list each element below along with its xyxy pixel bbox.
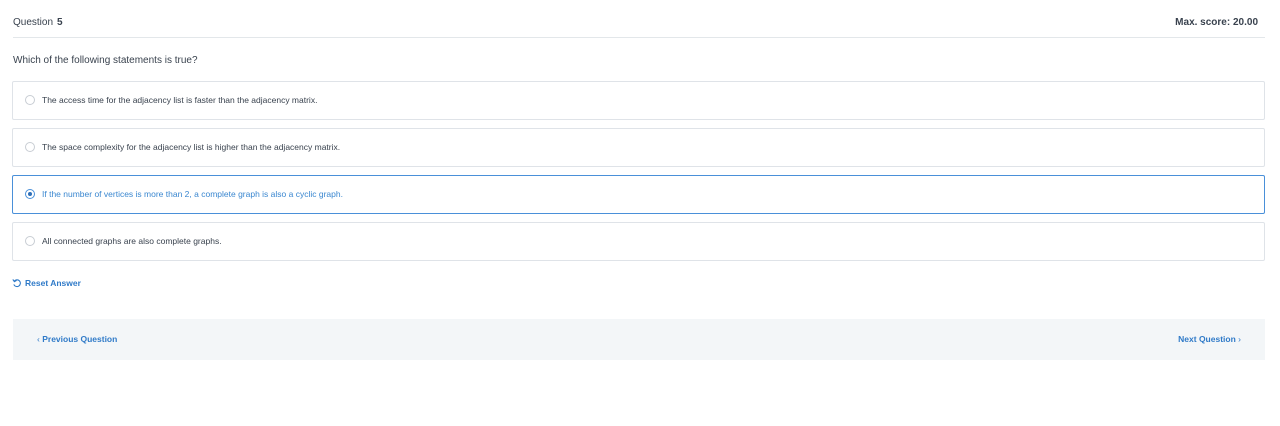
answer-option-selected[interactable]: If the number of vertices is more than 2…	[12, 175, 1265, 214]
answer-option-label: If the number of vertices is more than 2…	[42, 189, 343, 199]
answer-option-label: The access time for the adjacency list i…	[42, 95, 318, 105]
question-text: Which of the following statements is tru…	[13, 55, 198, 66]
question-number-value: 5	[57, 17, 63, 28]
radio-button[interactable]	[25, 95, 35, 105]
question-number: Question 5	[13, 17, 63, 28]
answer-option-label: The space complexity for the adjacency l…	[42, 142, 341, 152]
answer-option[interactable]: All connected graphs are also complete g…	[12, 222, 1265, 261]
answer-option[interactable]: The space complexity for the adjacency l…	[12, 128, 1265, 167]
previous-question-label: Previous Question	[42, 334, 118, 344]
radio-button-checked[interactable]	[25, 189, 35, 199]
next-question-button[interactable]: Next Question ›	[1178, 334, 1241, 344]
answer-option-label: All connected graphs are also complete g…	[42, 236, 222, 246]
undo-icon	[12, 279, 21, 288]
reset-answer-button[interactable]: Reset Answer	[12, 278, 81, 288]
answer-option[interactable]: The access time for the adjacency list i…	[12, 81, 1265, 120]
max-score: Max. score: 20.00	[1175, 17, 1258, 28]
radio-button[interactable]	[25, 142, 35, 152]
chevron-right-icon: ›	[1238, 334, 1241, 344]
question-page: Question 5 Max. score: 20.00 Which of the…	[0, 0, 1280, 426]
next-question-label: Next Question	[1178, 334, 1236, 344]
previous-question-button[interactable]: ‹ Previous Question	[37, 334, 117, 344]
chevron-left-icon: ‹	[37, 334, 40, 344]
question-header: Question 5 Max. score: 20.00	[13, 0, 1265, 38]
question-navigation: ‹ Previous Question Next Question ›	[13, 319, 1265, 360]
answer-options: The access time for the adjacency list i…	[12, 81, 1265, 269]
question-label: Question	[13, 17, 54, 28]
radio-button[interactable]	[25, 236, 35, 246]
reset-answer-label: Reset Answer	[25, 278, 81, 288]
